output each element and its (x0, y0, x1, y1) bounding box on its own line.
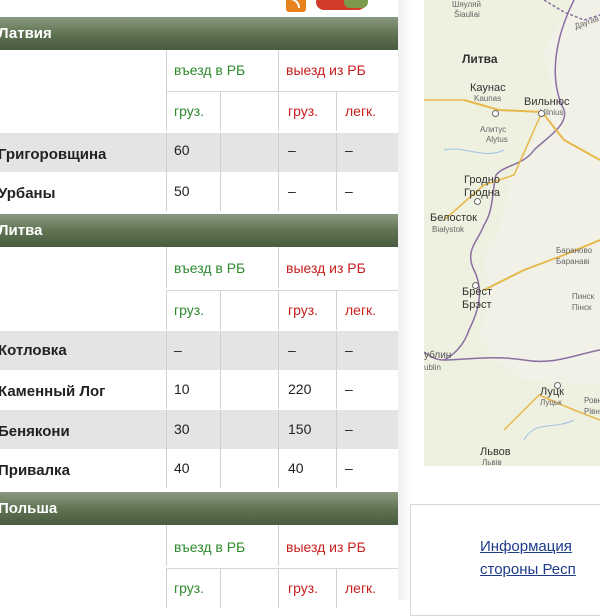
map-label-lutsk2: Луцьк (540, 398, 562, 407)
entry-cargo-value: 60 (174, 142, 190, 158)
entry-cargo-header: груз. (174, 103, 205, 119)
table-row: Григоровщина 60 – – (0, 133, 398, 172)
city-marker-icon (472, 282, 479, 289)
exit-light-value: – (345, 381, 353, 397)
exit-light-header: легк. (345, 103, 377, 119)
border-crossing-panel: Латвия въезд в РБ выезд из РБ груз. груз… (0, 0, 399, 608)
exit-cargo-value: – (288, 142, 296, 158)
table-row: Урбаны 50 – – (0, 172, 398, 211)
map-label-lublin2: ublin (424, 363, 441, 372)
section-header-lithuania: Литва (0, 214, 398, 247)
map-label-grodno: Гродно (464, 174, 500, 186)
table-row: Привалка 40 40 – (0, 449, 398, 488)
exit-light-value: – (345, 183, 353, 199)
map-label-belostok: Белосток (430, 212, 477, 224)
map-label-lviv: Львів (482, 458, 502, 466)
entry-cargo-header: груз. (174, 580, 205, 596)
checkpoint-name: Привалка (0, 462, 70, 479)
header-row-type: груз. груз. легк. (0, 569, 398, 608)
map-label-alytus: Алитус (480, 125, 507, 134)
map-label-brest2: Брэст (462, 299, 492, 311)
map-label-baranavichy: Баранаві (556, 257, 590, 266)
map-label-alytus-lt: Alytus (486, 135, 508, 144)
map-label-baranovichi: Бараново (556, 246, 593, 255)
header-row-direction: въезд в РБ выезд из РБ (0, 525, 398, 566)
exit-header: выезд из РБ (286, 62, 366, 78)
exit-light-value: – (345, 421, 353, 437)
map-label-lublin: ублин (424, 350, 452, 361)
entry-cargo-value: 50 (174, 183, 190, 199)
info-link[interactable]: Информация (480, 536, 572, 558)
exit-cargo-header: груз. (288, 302, 319, 318)
checkpoint-name: Котловка (0, 342, 67, 359)
exit-header: выезд из РБ (286, 260, 366, 276)
rss-icon[interactable] (286, 0, 306, 12)
share-icon[interactable] (316, 0, 368, 10)
exit-cargo-header: груз. (288, 103, 319, 119)
map-label-vilnius: Вильнюс (524, 96, 570, 108)
checkpoint-name: Урбаны (0, 185, 56, 202)
map-label-siauliai-lt: Šiauliai (454, 10, 480, 19)
section-header-latvia: Латвия (0, 17, 398, 50)
exit-cargo-value: – (288, 183, 296, 199)
map-label-kaunas-lt: Kaunas (474, 94, 502, 103)
entry-cargo-header: груз. (174, 302, 205, 318)
section-header-poland: Польша (0, 492, 398, 525)
table-row: Каменный Лог 10 220 – (0, 370, 398, 409)
header-row-direction: въезд в РБ выезд из РБ (0, 247, 398, 288)
map-label-lutsk: Луцк (540, 386, 564, 398)
top-icons (0, 0, 398, 17)
header-row-type: груз. груз. легк. (0, 92, 398, 131)
exit-cargo-header: груз. (288, 580, 319, 596)
header-row-type: груз. груз. легк. (0, 291, 398, 330)
map-label-lithuania: Литва (462, 52, 498, 66)
map-label-lvov: Львов (480, 446, 511, 458)
map-label-rovno: Ровн (584, 396, 600, 405)
entry-header: въезд в РБ (174, 62, 246, 78)
map-label-bialystok: Białystok (432, 225, 465, 234)
map-label-kaunas: Каунас (470, 82, 506, 94)
entry-header: въезд в РБ (174, 260, 246, 276)
exit-light-value: – (345, 342, 353, 358)
exit-cargo-value: 40 (288, 460, 304, 476)
exit-cargo-value: 220 (288, 381, 312, 397)
city-marker-icon (554, 382, 561, 389)
checkpoint-name: Бенякони (0, 423, 70, 440)
city-marker-icon (474, 198, 481, 205)
checkpoint-name: Григоровщина (0, 146, 107, 163)
exit-cargo-value: – (288, 342, 296, 358)
entry-cargo-value: 40 (174, 460, 190, 476)
entry-cargo-value: 30 (174, 421, 190, 437)
exit-light-header: легк. (345, 302, 377, 318)
region-map[interactable]: Шяуляй Šiauliai Литва Каунас Kaunas Виль… (424, 0, 600, 466)
map-label-grodna: Гродна (464, 187, 500, 199)
entry-cargo-value: – (174, 342, 182, 358)
map-label-siauliai: Шяуляй (452, 0, 481, 9)
city-marker-icon (538, 110, 545, 117)
checkpoint-name: Каменный Лог (0, 383, 106, 400)
exit-light-value: – (345, 142, 353, 158)
info-link-continued[interactable]: стороны Респ (480, 559, 576, 581)
exit-header: выезд из РБ (286, 539, 366, 555)
exit-cargo-value: 150 (288, 421, 312, 437)
header-row-direction: въезд в РБ выезд из РБ (0, 50, 398, 91)
city-marker-icon (492, 110, 499, 117)
entry-header: въезд в РБ (174, 539, 246, 555)
table-row: Котловка – – – (0, 331, 398, 370)
table-row: Бенякони 30 150 – (0, 410, 398, 449)
map-label-pinsk2: Пінск (572, 303, 592, 312)
map-label-rivne: Рівн (584, 407, 600, 416)
map-label-pinsk: Пинск (572, 292, 595, 301)
exit-light-header: легк. (345, 580, 377, 596)
entry-cargo-value: 10 (174, 381, 190, 397)
exit-light-value: – (345, 460, 353, 476)
